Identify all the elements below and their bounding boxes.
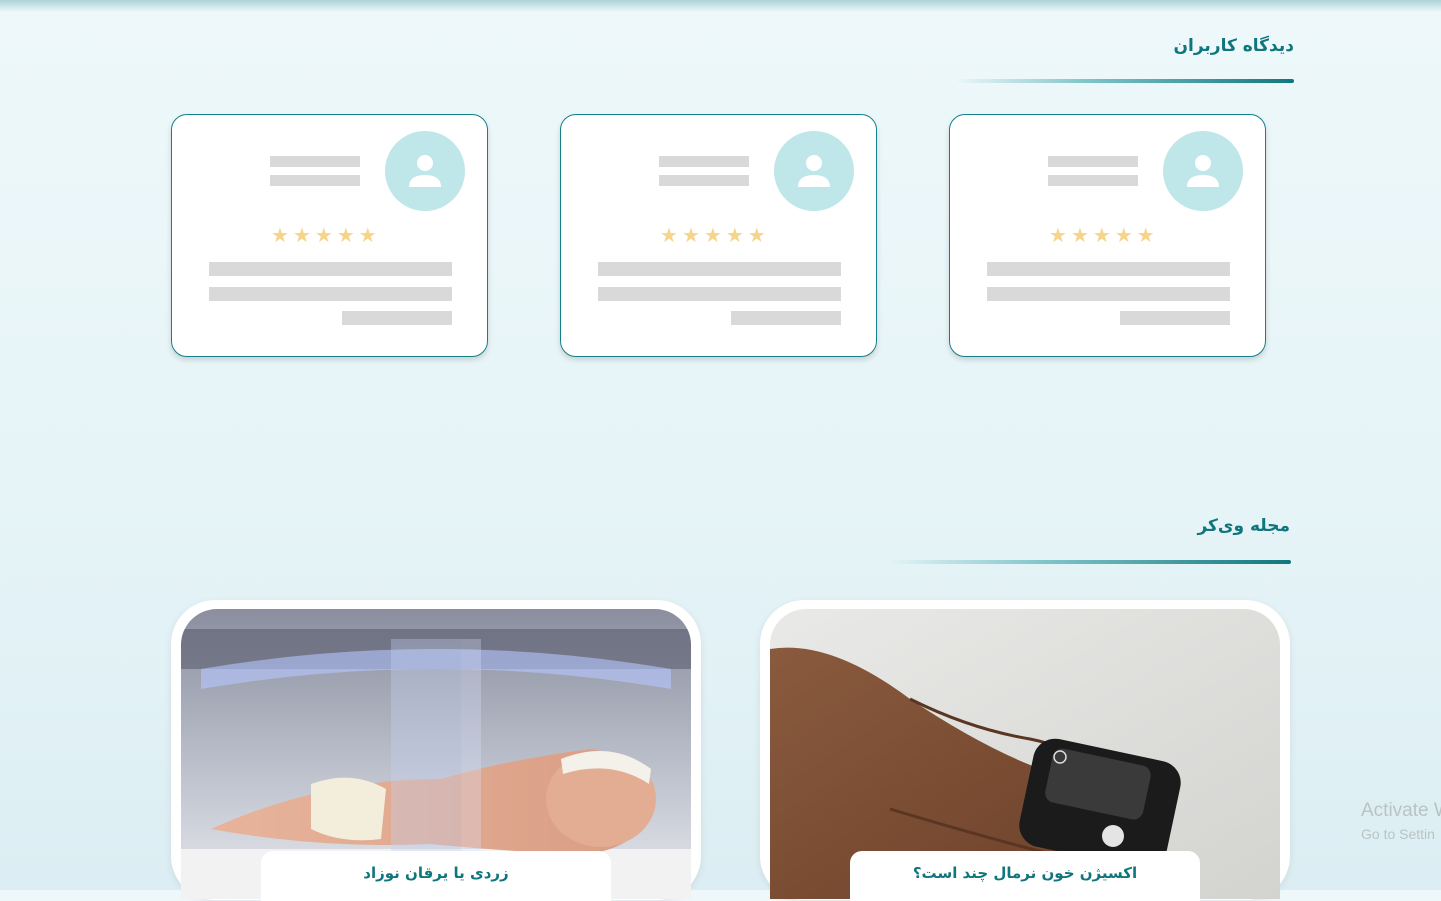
magazine-section-title: مجله وی‌کر xyxy=(1197,516,1290,536)
reviewer-name-placeholder xyxy=(659,156,749,167)
star-icon: ★ xyxy=(1070,223,1089,247)
star-icon: ★ xyxy=(271,223,289,247)
star-icon: ★ xyxy=(747,223,766,247)
activation-watermark: Activate W Go to Settin xyxy=(1361,800,1441,842)
star-icon: ★ xyxy=(725,223,744,247)
watermark-line-1: Activate W xyxy=(1361,800,1441,821)
reviewer-subtitle-placeholder xyxy=(1048,175,1138,186)
article-title[interactable]: اکسیژن خون نرمال چند است؟ xyxy=(850,851,1200,901)
article-card-newborn-jaundice[interactable]: زردی یا یرقان نوزاد xyxy=(171,600,701,901)
review-text-placeholder xyxy=(731,311,841,325)
review-text-placeholder xyxy=(209,287,452,301)
article-card-blood-oxygen[interactable]: اکسیژن خون نرمال چند است؟ xyxy=(760,600,1290,901)
review-text-placeholder xyxy=(1120,311,1230,325)
star-icon: ★ xyxy=(681,223,700,247)
top-header-shadow xyxy=(0,0,1441,12)
review-text-placeholder xyxy=(987,287,1230,301)
reviews-title-underline xyxy=(955,79,1294,83)
reviewer-subtitle-placeholder xyxy=(659,175,749,186)
rating-stars: ★ ★ ★ ★ ★ xyxy=(1049,223,1155,247)
star-icon: ★ xyxy=(292,223,311,247)
review-text-placeholder xyxy=(598,287,841,301)
reviewer-name-placeholder xyxy=(1048,156,1138,167)
review-text-placeholder xyxy=(987,262,1230,276)
star-icon: ★ xyxy=(358,223,377,247)
review-card[interactable]: ★ ★ ★ ★ ★ xyxy=(560,114,877,357)
review-text-placeholder xyxy=(209,262,452,276)
review-card[interactable]: ★ ★ ★ ★ ★ xyxy=(949,114,1266,357)
star-icon: ★ xyxy=(336,223,355,247)
article-title[interactable]: زردی یا یرقان نوزاد xyxy=(261,851,611,901)
reviews-section-title: دیدگاه کاربران xyxy=(1173,36,1294,56)
reviewer-subtitle-placeholder xyxy=(270,175,360,186)
reviewer-name-placeholder xyxy=(270,156,360,167)
magazine-title-underline xyxy=(890,560,1291,564)
watermark-line-2: Go to Settin xyxy=(1361,826,1435,842)
user-avatar-icon xyxy=(1163,131,1243,211)
rating-stars: ★ ★ ★ ★ ★ xyxy=(271,223,377,247)
star-icon: ★ xyxy=(1092,223,1111,247)
rating-stars: ★ ★ ★ ★ ★ xyxy=(660,223,766,247)
review-text-placeholder xyxy=(598,262,841,276)
user-avatar-icon xyxy=(385,131,465,211)
star-icon: ★ xyxy=(1049,223,1067,247)
star-icon: ★ xyxy=(314,223,333,247)
review-card[interactable]: ★ ★ ★ ★ ★ xyxy=(171,114,488,357)
star-icon: ★ xyxy=(1114,223,1133,247)
star-icon: ★ xyxy=(1136,223,1155,247)
star-icon: ★ xyxy=(703,223,722,247)
user-avatar-icon xyxy=(774,131,854,211)
review-text-placeholder xyxy=(342,311,452,325)
star-icon: ★ xyxy=(660,223,678,247)
